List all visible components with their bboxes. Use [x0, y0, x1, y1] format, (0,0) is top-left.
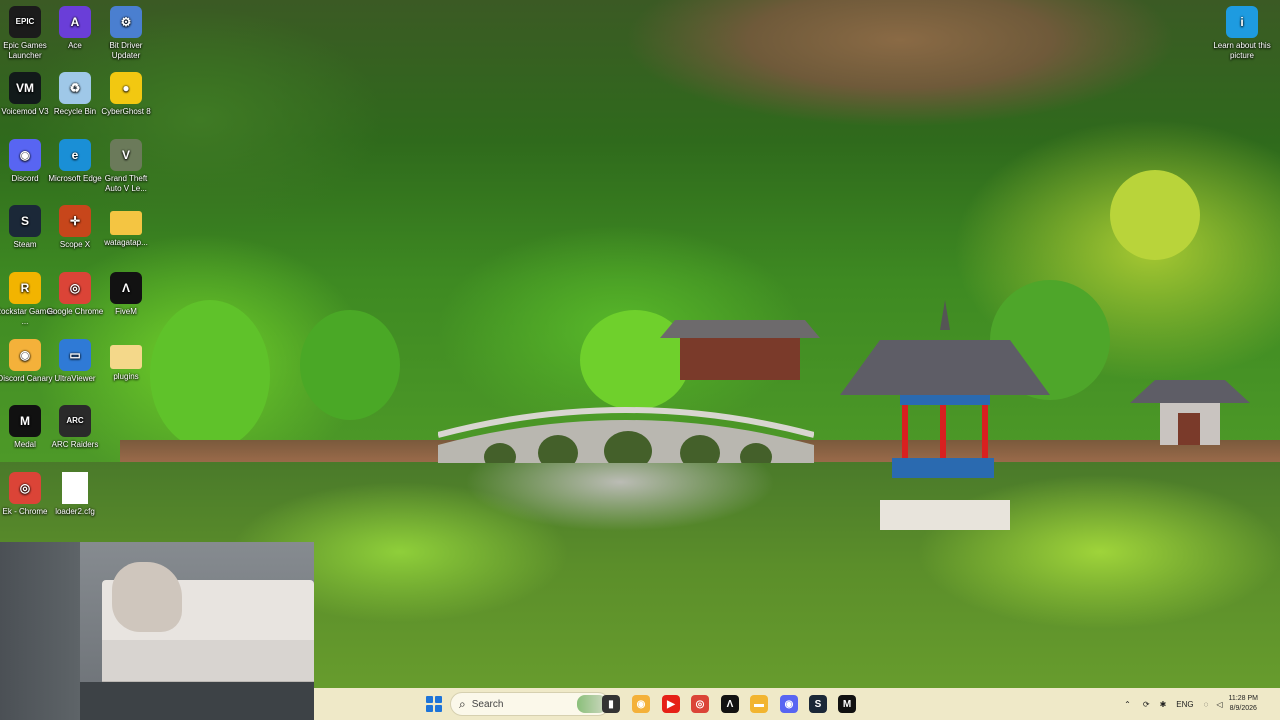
search-icon: ⌕	[459, 696, 466, 711]
arc-raiders-icon: ARC	[59, 405, 91, 437]
webcam-door	[0, 542, 80, 720]
clock-time: 11:28 PM	[1228, 695, 1258, 702]
rockstar-icon: R	[9, 272, 41, 304]
recycle-bin-icon: ♻	[59, 72, 91, 104]
discord-canary-icon: ◉	[9, 339, 41, 371]
desktop-shortcut-arc-raiders[interactable]: ARC ARC Raiders	[45, 403, 105, 450]
taskbar-app-steam[interactable]: S	[809, 695, 827, 713]
file-icon	[62, 472, 88, 504]
taskbar-app-medal[interactable]: M	[838, 695, 856, 713]
ace-icon: A	[59, 6, 91, 38]
taskbar-app-discord[interactable]: ◉	[780, 695, 798, 713]
folder-icon	[110, 345, 142, 369]
wifi-icon[interactable]: ◌	[1204, 700, 1209, 709]
chrome-icon: ◎	[9, 472, 41, 504]
taskbar-app-task-view[interactable]: ▮	[602, 695, 620, 713]
show-hidden-icons-chevron-icon[interactable]: ⌃	[1124, 700, 1131, 709]
epic-games-icon: EPIC	[9, 6, 41, 38]
search-placeholder: Search	[471, 698, 504, 710]
desktop-shortcut-label: plugins	[113, 372, 139, 381]
medal-icon: M	[9, 405, 41, 437]
taskbar-app-discord-canary[interactable]: ◉	[632, 695, 650, 713]
webcam-overlay	[0, 542, 314, 720]
desktop-shortcut-gear[interactable]: ⚙ Bit Driver Updater	[96, 4, 156, 61]
windows-logo-tile	[435, 696, 442, 703]
webcam-floor	[80, 682, 314, 720]
desktop-shortcut-cyberghost[interactable]: ● CyberGhost 8	[96, 70, 156, 117]
gear-icon: ⚙	[110, 6, 142, 38]
edge-icon: e	[59, 139, 91, 171]
bluetooth-icon[interactable]: ✱	[1160, 700, 1167, 709]
folder-icon	[110, 211, 142, 235]
desktop-shortcut-fivem[interactable]: Λ FiveM	[96, 270, 156, 317]
chrome-icon: ◎	[59, 272, 91, 304]
network-activity-icon[interactable]: ⟳	[1143, 700, 1150, 709]
small-pavilion	[1130, 375, 1250, 445]
desktop-shortcut-label: CyberGhost 8	[101, 107, 151, 116]
learn-about-picture-shortcut[interactable]: i Learn about this picture	[1212, 4, 1272, 61]
voicemod-icon: VM	[9, 72, 41, 104]
start-button[interactable]	[426, 696, 442, 712]
language-indicator[interactable]: ENG	[1176, 700, 1193, 709]
discord-icon: ◉	[9, 139, 41, 171]
windows-logo-tile	[426, 696, 433, 703]
learn-picture-icon: i	[1226, 6, 1258, 38]
desktop-shortcut-label: watagatap...	[104, 238, 148, 247]
desktop-shortcut-label: Bit Driver Updater	[109, 41, 143, 60]
webcam-bed-side	[102, 640, 314, 684]
webcam-blanket	[112, 562, 182, 632]
windows-logo-tile	[426, 705, 433, 712]
taskbar-clock[interactable]: 11:28 PM 8/9/2026	[1229, 694, 1258, 714]
cyberghost-icon: ●	[110, 72, 142, 104]
taskbar-app-file-explorer[interactable]: ▬	[750, 695, 768, 713]
taskbar: ⌕ Search ▮ ◉ ▶ ◎ Λ ▬ ◉ S M ⌃ ⟳ ✱ ENG ◌ ◁ 11:28 P…	[314, 688, 1280, 720]
pagoda-pavilion	[840, 300, 1050, 535]
desktop-shortcut-folder[interactable]: watagatap...	[96, 203, 156, 248]
crosshair-icon: ✛	[59, 205, 91, 237]
taskbar-app-chrome[interactable]: ◎	[691, 695, 709, 713]
gta-icon: V	[110, 139, 142, 171]
desktop-shortcut-folder[interactable]: plugins	[96, 337, 156, 382]
steam-icon: S	[9, 205, 41, 237]
system-tray: ⌃ ⟳ ✱ ENG ◌ ◁ 11:28 PM 8/9/2026	[1124, 688, 1280, 720]
desktop-shortcut-file[interactable]: loader2.cfg	[45, 470, 105, 517]
windows-logo-tile	[435, 705, 442, 712]
temple-hall	[660, 320, 820, 380]
desktop-shortcut-label: loader2.cfg	[55, 507, 95, 516]
taskbar-app-fivem[interactable]: Λ	[721, 695, 739, 713]
desktop-shortcut-gta[interactable]: V Grand Theft Auto V Le...	[96, 137, 156, 194]
fivem-icon: Λ	[110, 272, 142, 304]
ultraviewer-icon: ▭	[59, 339, 91, 371]
desktop-shortcut-label: Grand Theft Auto V Le...	[104, 174, 148, 193]
taskbar-search-box[interactable]: ⌕ Search	[450, 692, 610, 716]
taskbar-app-youtube[interactable]: ▶	[662, 695, 680, 713]
desktop-shortcut-label: FiveM	[115, 307, 137, 316]
clock-date: 8/9/2026	[1229, 705, 1257, 712]
volume-icon[interactable]: ◁	[1216, 700, 1222, 709]
desktop-shortcut-label: ARC Raiders	[51, 440, 99, 449]
arched-bridge	[437, 405, 815, 471]
